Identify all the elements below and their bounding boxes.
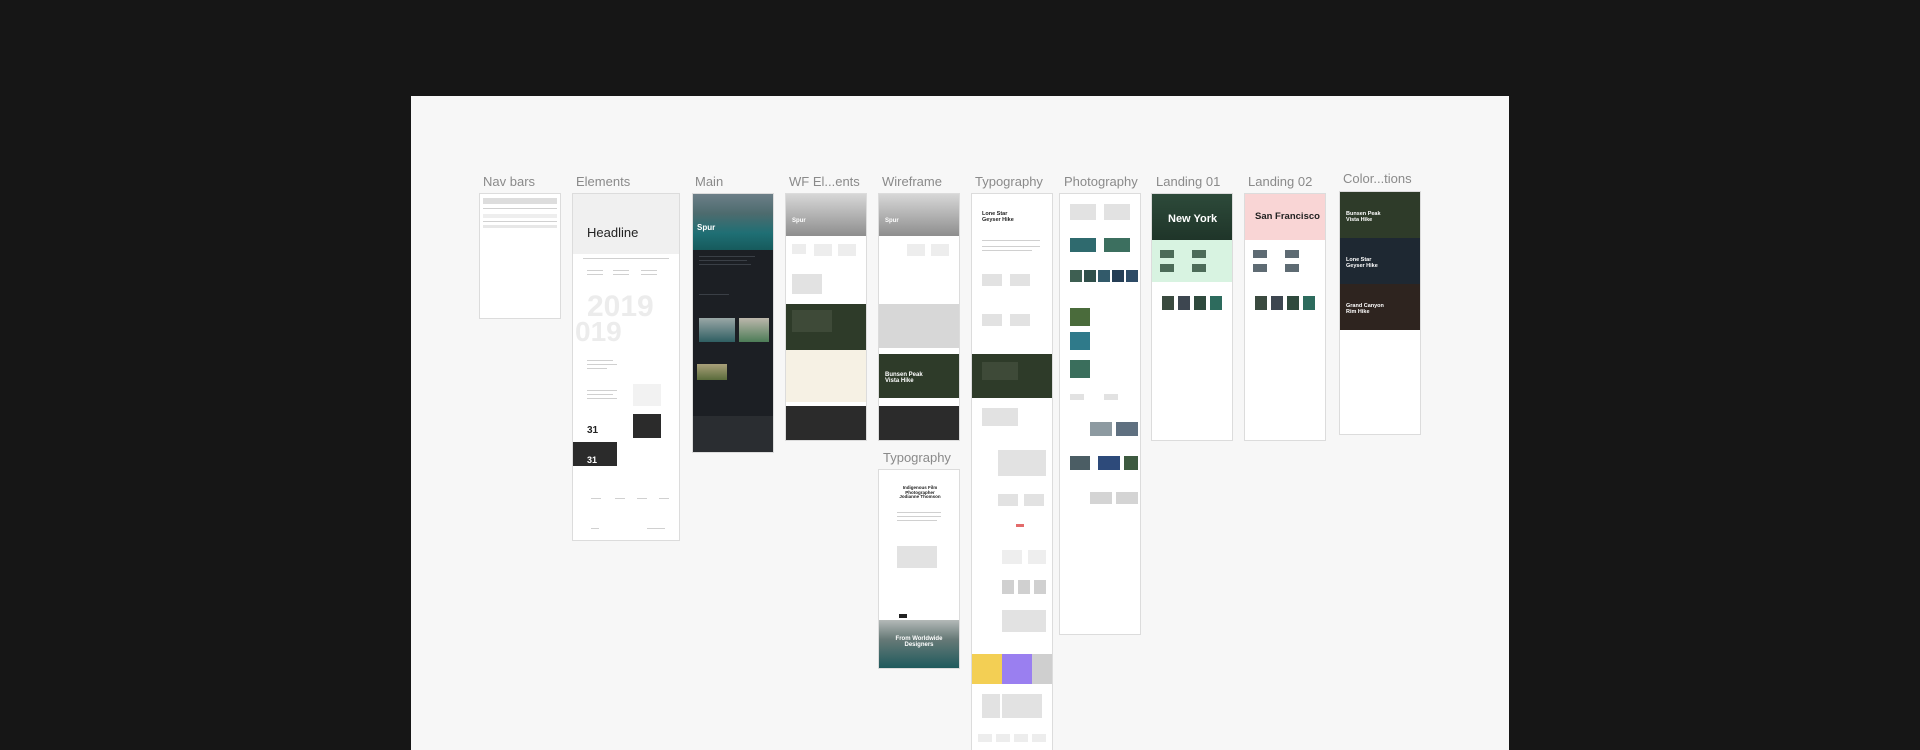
wireframe-hero-text: Bunsen Peak Vista Hike (885, 372, 923, 385)
date-number-1: 31 (587, 425, 599, 436)
frame-wf-elements[interactable]: Spur (786, 194, 866, 440)
frame-elements[interactable]: Headline 2019 019 31 31 (573, 194, 679, 540)
frame-typography-small[interactable]: Indigenous Film Photographer Jodianne Th… (879, 470, 959, 668)
frame-label-color-variations[interactable]: Color...tions (1343, 171, 1412, 186)
year-ghost-text-2: 019 (575, 316, 622, 347)
landing-02-hero-text: San Francisco (1255, 211, 1320, 222)
frame-nav-bars[interactable] (480, 194, 560, 318)
wireframe-logo: Spur (885, 218, 899, 224)
color-variation-title-1: Bunsen Peak Vista Hike (1346, 211, 1381, 223)
frame-wireframe[interactable]: Spur Bunsen Peak Vista Hike (879, 194, 959, 440)
frame-label-landing-02[interactable]: Landing 02 (1248, 174, 1312, 189)
frame-label-wireframe[interactable]: Wireframe (882, 174, 942, 189)
date-number-2: 31 (587, 455, 598, 465)
frame-photography[interactable] (1060, 194, 1140, 634)
color-variation-title-3: Grand Canyon Rim Hike (1346, 303, 1384, 315)
landing-01-hero-text: New York (1168, 213, 1218, 225)
wf-logo: Spur (792, 218, 806, 224)
design-canvas[interactable]: Nav bars Elements Main WF El...ents Wire… (411, 96, 1509, 750)
frame-label-wf-elements[interactable]: WF El...ents (789, 174, 860, 189)
frame-color-variations[interactable]: Bunsen Peak Vista Hike Lone Star Geyser … (1340, 192, 1420, 434)
frame-label-landing-01[interactable]: Landing 01 (1156, 174, 1220, 189)
frame-landing-02[interactable]: San Francisco (1245, 194, 1325, 440)
typography-small-banner-text: From Worldwide Designers (895, 636, 943, 649)
frame-main[interactable]: Spur (693, 194, 773, 452)
main-logo: Spur (697, 223, 716, 232)
frame-landing-01[interactable]: New York (1152, 194, 1232, 440)
color-variation-title-2: Lone Star Geyser Hike (1346, 257, 1378, 269)
frame-typography[interactable]: Lone Star Geyser Hike (972, 194, 1052, 750)
frame-label-nav-bars[interactable]: Nav bars (483, 174, 535, 189)
main-hero-image (693, 194, 773, 250)
headline-text: Headline (587, 225, 639, 240)
frame-label-typography[interactable]: Typography (975, 174, 1043, 189)
frame-label-photography[interactable]: Photography (1064, 174, 1138, 189)
typography-title: Lone Star Geyser Hike (982, 211, 1014, 223)
typography-small-title: Indigenous Film Photographer Jodianne Th… (899, 485, 941, 500)
frame-label-typography-small[interactable]: Typography (883, 450, 951, 465)
frame-label-elements[interactable]: Elements (576, 174, 630, 189)
frame-label-main[interactable]: Main (695, 174, 723, 189)
